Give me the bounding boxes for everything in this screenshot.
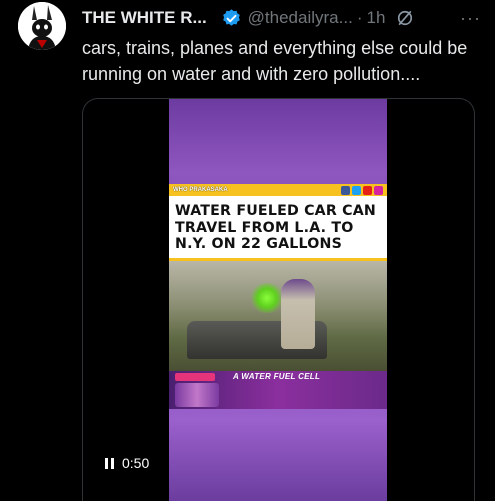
caption-bar: A WATER FUEL CELL [169,371,387,409]
video-scene [169,261,387,371]
tweet-timestamp[interactable]: 1h [366,8,385,28]
author-handle[interactable]: @thedailyra... [248,8,353,28]
tweet-text: cars, trains, planes and everything else… [82,38,468,84]
more-options-button[interactable]: ··· [460,8,481,29]
youtube-icon [363,185,372,195]
green-glow [249,283,285,313]
video-top-bar: WHO PRAKASAKA [169,184,387,196]
grok-icon[interactable] [395,8,415,28]
pause-icon[interactable] [105,457,114,469]
twitter-icon [352,185,361,195]
video-controls: 0:50 [105,455,149,471]
instagram-icon [374,185,383,195]
video-duration: 0:50 [122,455,150,471]
person-shape [281,279,315,349]
verified-badge-icon [222,8,240,26]
rabbit-avatar-icon [18,2,66,50]
join-badge [345,380,382,387]
channel-pill [175,373,215,381]
social-icons [341,185,383,195]
tweet-header: THE WHITE R... @thedailyra... · 1h ··· [82,6,481,30]
separator-dot: · [356,8,363,27]
video-frame: WHO PRAKASAKA WATER FUELED CAR CAN TRAVE… [169,184,387,409]
video-headline: WATER FUELED CAR CAN TRAVEL FROM L.A. TO… [175,203,376,252]
headline-box: WATER FUELED CAR CAN TRAVEL FROM L.A. TO… [169,196,387,261]
presenter-thumbnail [175,383,219,407]
author-avatar[interactable] [18,2,66,50]
video-caption: A WATER FUEL CELL [233,372,321,381]
video-player[interactable]: WHO PRAKASAKA WATER FUELED CAR CAN TRAVE… [82,98,475,501]
facebook-icon [341,185,350,195]
author-display-name[interactable]: THE WHITE R... [82,8,207,28]
channel-label: WHO PRAKASAKA [173,187,228,193]
